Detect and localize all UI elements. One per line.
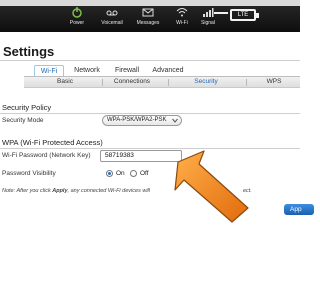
power-icon [72, 7, 82, 18]
tab-network[interactable]: Network [72, 65, 102, 76]
visibility-on-label: On [116, 170, 125, 177]
status-item-label: Power [69, 20, 85, 26]
signal-icon [203, 8, 214, 17]
messages-icon [142, 8, 154, 17]
status-item-label: Voicemail [101, 20, 123, 26]
battery-text: LTE [237, 12, 249, 18]
wifi-password-input[interactable]: 58719383 [100, 150, 182, 162]
apply-note-tail: ect. [243, 188, 252, 194]
voicemail-icon [106, 10, 118, 16]
page-title: Settings [3, 44, 55, 59]
wifi-password-label: Wi-Fi Password (Network Key) [2, 152, 91, 159]
status-divider [214, 12, 228, 14]
apply-note: Note: After you click Apply, any connect… [2, 188, 150, 194]
divider [0, 60, 300, 61]
status-bar: Power Voicemail Messages Wi-Fi Signal LT… [0, 0, 300, 32]
note-suffix: , any connected Wi-Fi devices will [67, 188, 150, 194]
visibility-off-label: Off [140, 170, 149, 177]
tab-wifi[interactable]: Wi-Fi [34, 65, 64, 76]
battery-tip [256, 13, 259, 18]
wifi-icon [176, 8, 188, 17]
section-heading: Security Policy [2, 103, 52, 112]
divider [102, 79, 103, 86]
subtab-connections[interactable]: Connections [110, 77, 154, 87]
battery-icon: LTE [230, 9, 256, 21]
status-item-label: Messages [136, 20, 160, 26]
note-prefix: Note: After you click [2, 188, 53, 194]
arrow-shape [174, 150, 249, 223]
secondary-tabs: Basic Connections Security WPS [24, 76, 300, 88]
visibility-on-radio[interactable] [106, 170, 113, 177]
security-mode-label: Security Mode [2, 117, 44, 124]
status-item-voicemail[interactable]: Voicemail [98, 4, 126, 26]
subtab-security[interactable]: Security [186, 77, 226, 87]
status-item-messages[interactable]: Messages [134, 4, 162, 26]
subtab-wps[interactable]: WPS [262, 77, 286, 87]
divider [0, 113, 300, 114]
status-item-label: Signal [201, 20, 215, 26]
status-item-power[interactable]: Power [63, 4, 91, 26]
apply-button[interactable]: App [284, 204, 314, 215]
security-mode-value: WPA-PSK/WPA2-PSK [107, 117, 167, 123]
note-apply: Apply [52, 188, 68, 194]
subtab-basic[interactable]: Basic [50, 77, 80, 87]
divider [0, 148, 300, 149]
chevron-down-icon [172, 118, 178, 123]
divider [168, 79, 169, 86]
visibility-off-radio[interactable] [130, 170, 137, 177]
tab-advanced[interactable]: Advanced [150, 65, 186, 76]
tab-firewall[interactable]: Firewall [112, 65, 142, 76]
section-heading: WPA (Wi-Fi Protected Access) [2, 138, 103, 147]
status-item-signal[interactable]: Signal [194, 4, 222, 26]
security-mode-select[interactable]: WPA-PSK/WPA2-PSK [102, 115, 182, 126]
password-visibility-label: Password Visibility [2, 170, 56, 177]
status-item-label: Wi-Fi [176, 20, 188, 26]
status-item-wifi[interactable]: Wi-Fi [168, 4, 196, 26]
divider [246, 79, 247, 86]
